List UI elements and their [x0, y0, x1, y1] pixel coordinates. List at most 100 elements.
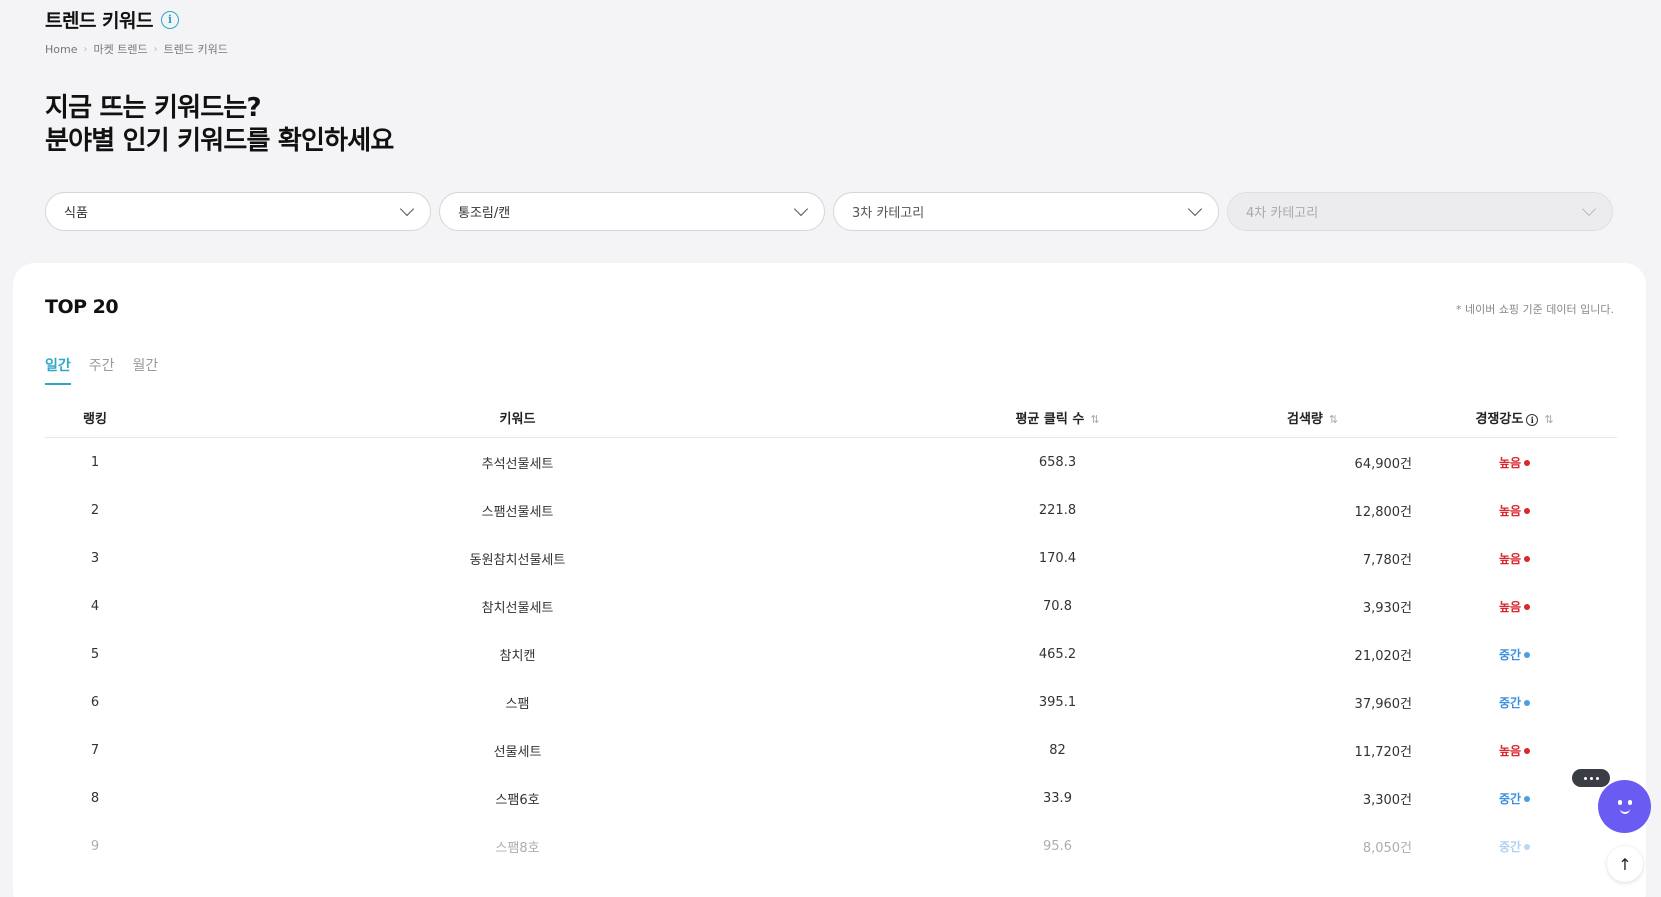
- cell-keyword[interactable]: 스팸선물세트: [145, 501, 890, 520]
- hero-heading: 지금 뜨는 키워드는? 분야별 인기 키워드를 확인하세요: [45, 92, 394, 158]
- breadcrumb-home[interactable]: Home: [45, 43, 77, 56]
- breadcrumb-market-trend[interactable]: 마켓 트렌드: [93, 41, 147, 57]
- cell-volume: 3,300건: [1362, 792, 1412, 808]
- cell-competition: 높음: [1412, 454, 1617, 471]
- cell-keyword[interactable]: 선물세트: [145, 741, 890, 760]
- table-row[interactable]: 2 스팸선물세트 221.8 12,800건 높음: [45, 486, 1617, 534]
- tab-daily[interactable]: 일간: [45, 355, 71, 385]
- header-clicks[interactable]: 평균 클릭 수 ⇅: [890, 408, 1225, 427]
- cell-volume: 12,800건: [1354, 504, 1412, 520]
- header-rank: 랭킹: [83, 412, 107, 427]
- chevron-right-icon: ›: [83, 43, 88, 55]
- cell-volume: 3,930건: [1362, 600, 1412, 616]
- cell-competition: 높음: [1412, 742, 1617, 759]
- cell-clicks: 221.8: [1038, 502, 1077, 518]
- cell-rank: 3: [90, 550, 100, 566]
- category-select-3-value: 3차 카테고리: [852, 206, 925, 221]
- table-row[interactable]: 6 스팸 395.1 37,960건 중간: [45, 678, 1617, 726]
- status-dot-icon: [1524, 652, 1531, 658]
- cell-rank: 1: [90, 454, 100, 470]
- category-select-4-value: 4차 카테고리: [1246, 206, 1319, 221]
- table-row[interactable]: 3 동원참치선물세트 170.4 7,780건 높음: [45, 534, 1617, 582]
- sort-icon[interactable]: ⇅: [1090, 413, 1099, 426]
- cell-competition: 중간: [1412, 646, 1617, 663]
- chat-bubble-icon[interactable]: [1572, 769, 1610, 787]
- hero-line-1: 지금 뜨는 키워드는?: [45, 93, 262, 123]
- chevron-right-icon: ›: [153, 43, 158, 55]
- cell-competition: 중간: [1412, 694, 1617, 711]
- cell-rank: 5: [90, 646, 100, 662]
- category-select-3[interactable]: 3차 카테고리: [833, 192, 1219, 231]
- category-select-2[interactable]: 통조림/캔: [439, 192, 825, 231]
- table-row[interactable]: 4 참치선물세트 70.8 3,930건 높음: [45, 582, 1617, 630]
- header-volume-label: 검색량: [1287, 412, 1323, 427]
- tab-weekly[interactable]: 주간: [89, 355, 115, 385]
- page-title: 트렌드 키워드: [45, 10, 154, 32]
- table-row[interactable]: 8 스팸6호 33.9 3,300건 중간: [45, 774, 1617, 822]
- cell-keyword[interactable]: 참치캔: [145, 645, 890, 664]
- category-select-1-value: 식품: [64, 206, 88, 221]
- cell-volume: 8,050건: [1362, 840, 1412, 856]
- arrow-up-icon: ↑: [1618, 854, 1632, 874]
- header-clicks-label: 평균 클릭 수: [1015, 412, 1085, 427]
- table-header: 랭킹 키워드 평균 클릭 수 ⇅ 검색량 ⇅ 경쟁강도 i ⇅: [45, 398, 1617, 438]
- bot-face-icon: [1614, 799, 1636, 814]
- cell-rank: 4: [90, 598, 100, 614]
- cell-competition: 높음: [1412, 502, 1617, 519]
- header-volume[interactable]: 검색량 ⇅: [1225, 408, 1412, 427]
- breadcrumb: Home › 마켓 트렌드 › 트렌드 키워드: [45, 41, 228, 57]
- hero-line-2: 분야별 인기 키워드를 확인하세요: [45, 126, 394, 156]
- cell-keyword[interactable]: 동원참치선물세트: [145, 549, 890, 568]
- header-competition[interactable]: 경쟁강도 i ⇅: [1412, 408, 1617, 427]
- cell-keyword[interactable]: 스팸8호: [145, 837, 890, 856]
- table-row[interactable]: 5 참치캔 465.2 21,020건 중간: [45, 630, 1617, 678]
- category-select-1[interactable]: 식품: [45, 192, 431, 231]
- competition-badge: 높음: [1498, 503, 1522, 518]
- cell-volume: 11,720건: [1354, 744, 1412, 760]
- cell-clicks: 465.2: [1038, 646, 1077, 662]
- competition-badge: 중간: [1498, 647, 1522, 662]
- status-dot-icon: [1524, 508, 1531, 514]
- cell-clicks: 33.9: [1043, 790, 1072, 806]
- table-row[interactable]: 7 선물세트 82 11,720건 높음: [45, 726, 1617, 774]
- status-dot-icon: [1524, 796, 1531, 802]
- info-icon[interactable]: i: [161, 10, 179, 29]
- cell-keyword[interactable]: 참치선물세트: [145, 597, 890, 616]
- breadcrumb-current: 트렌드 키워드: [163, 43, 228, 56]
- status-dot-icon: [1524, 460, 1531, 466]
- sort-icon[interactable]: ⇅: [1329, 413, 1338, 426]
- chatbot-button[interactable]: [1598, 780, 1651, 833]
- status-dot-icon: [1524, 700, 1531, 706]
- cell-clicks: 70.8: [1043, 598, 1072, 614]
- cell-clicks: 82: [1049, 742, 1066, 758]
- header-competition-label: 경쟁강도: [1475, 412, 1524, 427]
- cell-competition: 높음: [1412, 598, 1617, 615]
- card-title: TOP 20: [45, 296, 119, 318]
- info-icon[interactable]: i: [1526, 413, 1539, 426]
- cell-keyword[interactable]: 추석선물세트: [145, 453, 890, 472]
- competition-badge: 높음: [1498, 455, 1522, 470]
- table-row[interactable]: 1 추석선물세트 658.3 64,900건 높음: [45, 438, 1617, 486]
- cell-volume: 21,020건: [1354, 648, 1412, 664]
- category-filters: 식품 통조림/캔 3차 카테고리 4차 카테고리: [45, 192, 1613, 231]
- scroll-top-button[interactable]: ↑: [1607, 846, 1643, 882]
- keyword-table: 랭킹 키워드 평균 클릭 수 ⇅ 검색량 ⇅ 경쟁강도 i ⇅ 1 추석선물세트 658.3…: [45, 398, 1617, 870]
- cell-rank: 6: [90, 694, 100, 710]
- sort-icon[interactable]: ⇅: [1544, 413, 1553, 426]
- cell-volume: 7,780건: [1362, 552, 1412, 568]
- table-row[interactable]: 9 스팸8호 95.6 8,050건 중간: [45, 822, 1617, 870]
- cell-volume: 37,960건: [1354, 696, 1412, 712]
- cell-keyword[interactable]: 스팸6호: [145, 789, 890, 808]
- page-header: 트렌드 키워드 i Home › 마켓 트렌드 › 트렌드 키워드: [45, 6, 228, 57]
- competition-badge: 높음: [1498, 551, 1522, 566]
- cell-volume: 64,900건: [1354, 456, 1412, 472]
- header-keyword: 키워드: [499, 412, 536, 427]
- status-dot-icon: [1524, 748, 1531, 754]
- status-dot-icon: [1524, 604, 1531, 610]
- cell-clicks: 658.3: [1038, 454, 1077, 470]
- tab-monthly[interactable]: 월간: [133, 355, 159, 385]
- chevron-down-icon: [399, 201, 415, 216]
- cell-competition: 높음: [1412, 550, 1617, 567]
- competition-badge: 중간: [1498, 695, 1522, 710]
- cell-keyword[interactable]: 스팸: [145, 693, 890, 712]
